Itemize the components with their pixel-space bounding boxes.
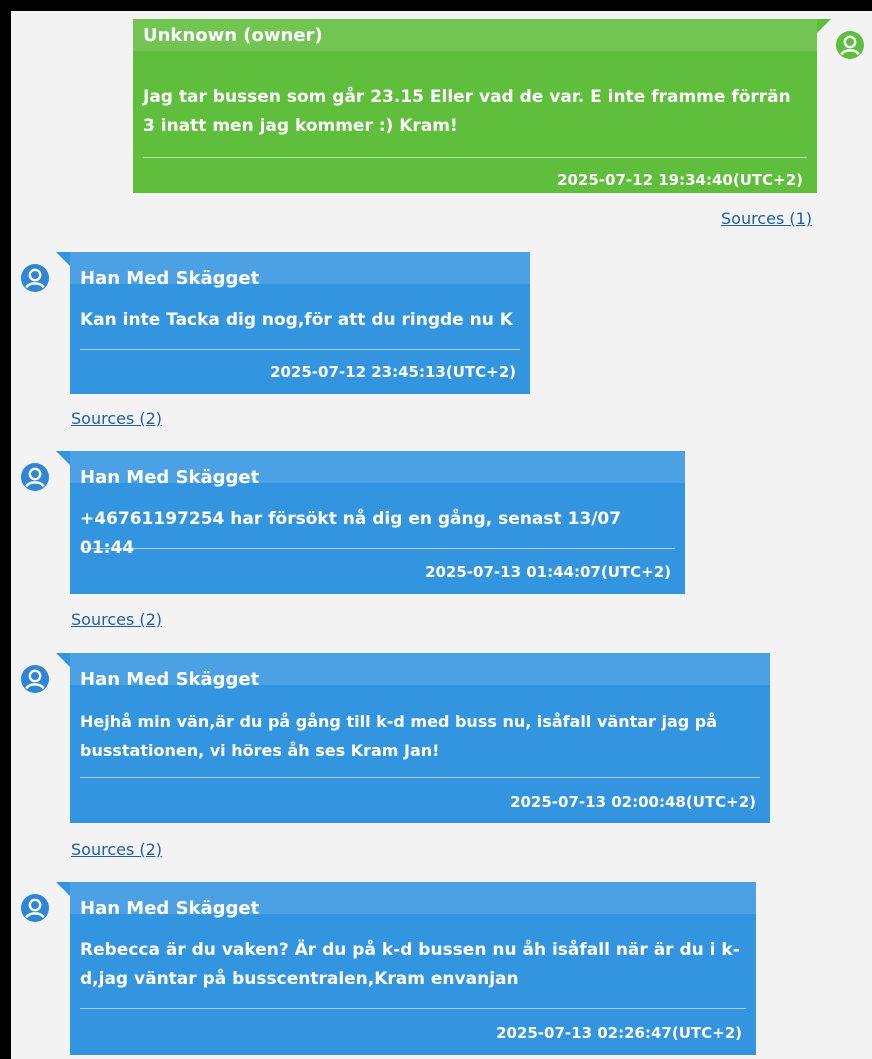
divider: [80, 1008, 746, 1009]
sender-name: Han Med Skägget: [80, 268, 260, 289]
divider: [80, 548, 675, 549]
message-bubble: Han Med Skägget +46761197254 har försökt…: [56, 451, 685, 594]
user-avatar-icon: [836, 31, 864, 59]
sources-link[interactable]: Sources (2): [71, 610, 162, 629]
sources-link[interactable]: Sources (1): [721, 209, 812, 228]
message-text: Hejhå min vän,är du på gång till k-d med…: [80, 712, 718, 760]
divider: [80, 777, 760, 778]
sender-name: Han Med Skägget: [80, 467, 260, 488]
chat-panel: Unknown (owner) Jag tar bussen som går 2…: [11, 11, 872, 1059]
message-text: Rebecca är du vaken? Är du på k-d bussen…: [80, 940, 740, 989]
sender-name: Han Med Skägget: [80, 669, 260, 690]
user-avatar-icon: [21, 894, 49, 922]
message-text: Jag tar bussen som går 23.15 Eller vad d…: [143, 87, 791, 136]
message-bubble: Han Med Skägget Hejhå min vän,är du på g…: [56, 653, 770, 823]
message-timestamp: 2025-07-13 02:26:47(UTC+2): [496, 1024, 742, 1042]
message-text: +46761197254 har försökt nå dig en gång,…: [80, 509, 622, 558]
message-timestamp: 2025-07-13 01:44:07(UTC+2): [425, 563, 671, 581]
user-avatar-icon: [21, 665, 49, 693]
sources-link[interactable]: Sources (2): [71, 840, 162, 859]
message-timestamp: 2025-07-12 19:34:40(UTC+2): [557, 171, 803, 189]
message-bubble: Han Med Skägget Rebecca är du vaken? Är …: [56, 882, 756, 1055]
divider: [143, 157, 807, 158]
user-avatar-icon: [21, 463, 49, 491]
sources-link[interactable]: Sources (2): [71, 409, 162, 428]
sender-name: Unknown (owner): [143, 25, 323, 46]
divider: [80, 349, 520, 350]
sender-name: Han Med Skägget: [80, 898, 260, 919]
message-text: Kan inte Tacka dig nog,för att du ringde…: [80, 310, 513, 330]
user-avatar-icon: [21, 264, 49, 292]
message-bubble: Han Med Skägget Kan inte Tacka dig nog,f…: [56, 252, 530, 394]
message-timestamp: 2025-07-12 23:45:13(UTC+2): [270, 363, 516, 381]
message-timestamp: 2025-07-13 02:00:48(UTC+2): [510, 793, 756, 811]
message-bubble: Unknown (owner) Jag tar bussen som går 2…: [133, 19, 831, 193]
